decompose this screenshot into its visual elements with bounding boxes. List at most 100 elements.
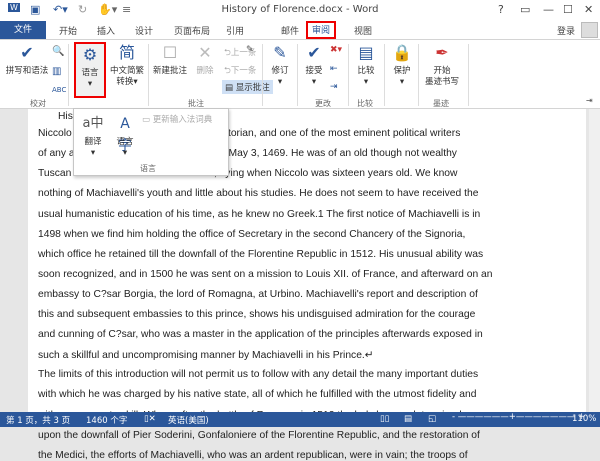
language-icon: ⚙ (82, 45, 98, 64)
spelling-grammar-button[interactable]: ✔ 拼写和语法 (4, 42, 50, 77)
collapse-ribbon-icon[interactable]: ⇥ (586, 96, 593, 105)
popup-group-label: 语言 (140, 164, 156, 173)
research-icon[interactable]: 🔍 (52, 46, 64, 57)
help-button[interactable]: ? (498, 3, 504, 16)
language-status[interactable]: 英语(美国) (168, 414, 209, 426)
maximize-button[interactable]: ☐ (563, 3, 573, 16)
language-globe-icon: A字 (118, 116, 132, 154)
chinese-conv-label: 中文简繁 (109, 66, 144, 76)
show-comments-label: 显示批注 (235, 83, 270, 93)
document-line[interactable]: with which he was charged by his native … (38, 389, 476, 400)
spelling-label: 拼写和语法 (5, 66, 49, 76)
tab-layout[interactable]: 页面布局 (170, 23, 214, 38)
next-label: 下一条 (230, 66, 257, 76)
tab-insert[interactable]: 插入 (93, 23, 119, 38)
reject-icon[interactable]: ✖▾ (330, 45, 342, 55)
avatar[interactable] (581, 22, 598, 38)
next-change-icon[interactable]: ⇥ (330, 82, 338, 92)
protect-label: 保护 (393, 66, 411, 76)
translate-icon: a中 (82, 116, 104, 131)
document-line[interactable]: the Medici, the efforts of Machiavelli, … (38, 450, 468, 461)
title-bar: W ▣ ↶▾ ↻ ✋▾ ≡ History of Florence.docx -… (0, 0, 600, 21)
document-line[interactable]: The limits of this introduction will not… (38, 369, 478, 380)
word-count-icon[interactable]: ABC (52, 86, 66, 94)
print-layout-icon[interactable]: ▤ (404, 414, 412, 424)
document-line[interactable]: upon the downfall of Pier Soderini, Gonf… (38, 430, 480, 441)
tab-mailings[interactable]: 邮件 (277, 23, 303, 38)
document-line[interactable]: nothing of Machiavelli's youth and littl… (38, 188, 478, 199)
close-button[interactable]: ✕ (584, 3, 593, 16)
thesaurus-icon[interactable]: ▥ (52, 66, 61, 77)
delete-comment-icon: ✕ (198, 43, 212, 62)
chinese-conversion-icon: 简 (118, 43, 135, 62)
minimize-button[interactable]: — (543, 3, 554, 16)
review-ribbon: ✔ 拼写和语法 🔍 ▥ ABC 校对 ⚙ 语言 ▾ 简中文简繁 转换▾ ☐ 新建批注 ✕ 删… (0, 39, 600, 109)
track-changes-icon: ✎ (273, 43, 287, 62)
ink-pen-icon: ✒ (435, 43, 449, 62)
chinese-conversion-button[interactable]: 简中文简繁 转换▾ (108, 42, 146, 88)
delete-comment-button[interactable]: ✕ 删除 (192, 42, 218, 77)
document-line[interactable]: embassy to C?sar Borgia, the lord of Rom… (38, 289, 478, 300)
delete-label: 删除 (196, 66, 214, 76)
next-comment-button[interactable]: ⮌下一条 (224, 64, 256, 79)
tab-file[interactable]: 文件 (0, 21, 46, 39)
zoom-level[interactable]: 110% (572, 414, 596, 424)
document-line[interactable]: soon recognized, and in 1500 he was sent… (38, 269, 493, 280)
protect-icon: 🔒 (392, 43, 412, 62)
document-line[interactable]: and cunning of C?sar, who was a master i… (38, 329, 483, 340)
read-mode-icon[interactable]: ▯▯ (380, 414, 389, 424)
ribbon-display-button[interactable]: ▭ (520, 3, 530, 16)
compare-button[interactable]: ▤ 比较 ▾ (352, 42, 380, 88)
proofing-status-icon[interactable]: ▯✕ (144, 414, 156, 424)
sign-in-link[interactable]: 登录 (553, 23, 579, 38)
proofing-group-label: 校对 (30, 99, 46, 108)
status-bar: 第 1 页，共 3 页 1460 个字 ▯✕ 英语(美国) ▯▯ ▤ ◱ - —… (0, 412, 600, 427)
tab-home[interactable]: 开始 (55, 23, 81, 38)
update-ime-dictionary-button[interactable]: ▭ 更新输入法词典 (142, 113, 212, 125)
word-count[interactable]: 1460 个字 (86, 414, 127, 426)
compare-group-label: 比较 (357, 99, 373, 108)
chinese-conv-label2: 转换 (116, 77, 134, 87)
ink-label: 开始 (433, 66, 451, 76)
ink-group-label: 墨迹 (433, 99, 449, 108)
track-label: 修订 (271, 66, 289, 76)
ink-comment-icon[interactable]: ✎ (246, 45, 254, 55)
popup-language-label: 语言 (116, 137, 134, 147)
protect-button[interactable]: 🔒 保护 ▾ (388, 42, 416, 88)
translate-label: 翻译 (84, 137, 102, 147)
update-ime-label: 更新输入法词典 (152, 115, 213, 125)
ink-label2: 墨迹书写 (424, 77, 459, 87)
compare-icon: ▤ (358, 43, 374, 62)
track-changes-button[interactable]: ✎ 修订 ▾ (266, 42, 294, 88)
page-count[interactable]: 第 1 页，共 3 页 (6, 414, 70, 426)
tab-design[interactable]: 设计 (131, 23, 157, 38)
spell-check-icon: ✔ (20, 43, 34, 62)
document-line[interactable]: this and subsequent embassies to this pr… (38, 309, 475, 320)
window-title: History of Florence.docx - Word (221, 4, 379, 15)
document-line[interactable]: which office he retained till the downfa… (38, 249, 483, 260)
popup-language-button[interactable]: A字 语言 ▾ (110, 113, 140, 159)
tab-review[interactable]: 审阅 (306, 21, 337, 39)
new-comment-label: 新建批注 (152, 66, 187, 76)
ribbon-tabs: 文件 开始 插入 设计 页面布局 引用 邮件 审阅 视图 登录 (0, 21, 600, 39)
previous-change-icon[interactable]: ⇤ (330, 64, 338, 74)
accept-label: 接受 (305, 66, 323, 76)
new-comment-button[interactable]: ☐ 新建批注 (150, 42, 190, 77)
document-line[interactable]: such a skillful and uncompromising manne… (38, 349, 373, 361)
changes-group-label: 更改 (315, 99, 331, 108)
compare-label: 比较 (357, 66, 375, 76)
language-label: 语言 (81, 68, 99, 78)
vertical-scrollbar[interactable] (589, 109, 600, 412)
accept-icon: ✔ (307, 43, 321, 62)
document-line[interactable]: 1498 when we find him holding the office… (38, 229, 465, 240)
accept-button[interactable]: ✔ 接受 ▾ (300, 42, 328, 88)
zoom-slider[interactable]: - ——————+——————— + (452, 412, 585, 422)
language-button[interactable]: ⚙ 语言 ▾ (74, 42, 106, 98)
tab-view[interactable]: 视图 (350, 23, 376, 38)
language-dropdown-panel: a中 翻译 ▾ A字 语言 ▾ ▭ 更新输入法词典 语言 (73, 108, 229, 176)
document-line[interactable]: usual humanistic education of his time, … (38, 209, 480, 220)
web-layout-icon[interactable]: ◱ (428, 414, 436, 424)
translate-button[interactable]: a中 翻译 ▾ (78, 113, 108, 159)
tab-references[interactable]: 引用 (222, 23, 248, 38)
start-inking-button[interactable]: ✒ 开始 墨迹书写 (420, 42, 464, 88)
